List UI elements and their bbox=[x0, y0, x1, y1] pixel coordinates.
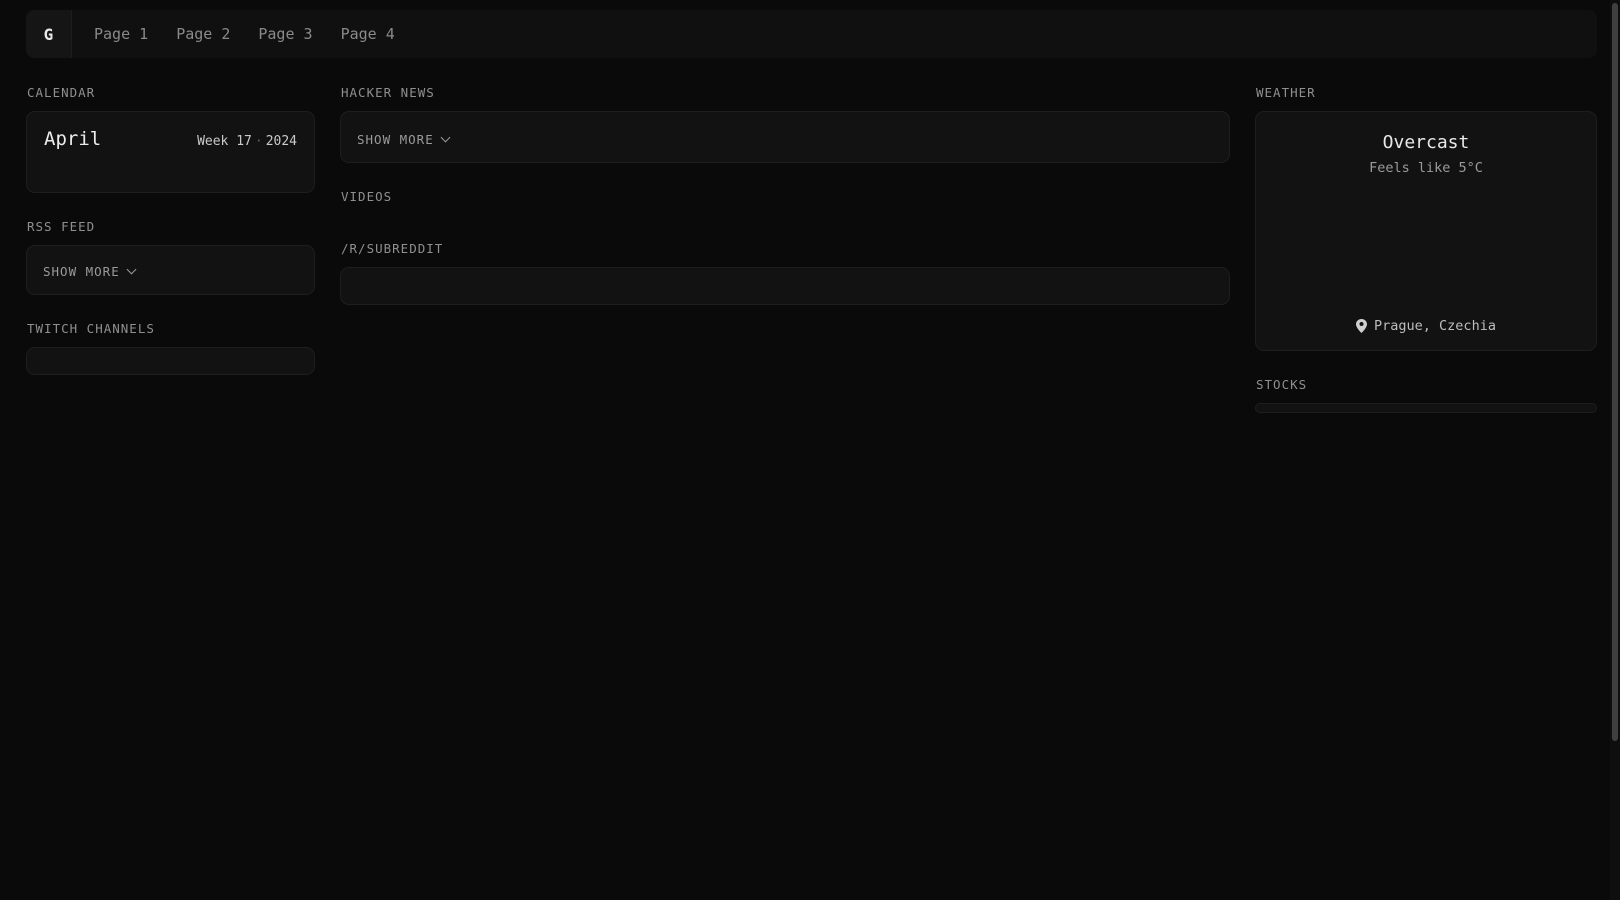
tab-page-1[interactable]: Page 1 bbox=[80, 10, 162, 58]
twitch-section-title: TWITCH CHANNELS bbox=[27, 321, 315, 336]
chevron-down-icon bbox=[440, 133, 450, 143]
videos-section-title: VIDEOS bbox=[341, 189, 1230, 204]
location-pin-icon bbox=[1356, 319, 1367, 333]
subreddit-section-title: /R/SUBREDDIT bbox=[341, 241, 1230, 256]
calendar-section-title: CALENDAR bbox=[27, 85, 315, 100]
calendar-month: April bbox=[44, 128, 101, 150]
hackernews-widget: SHOW MORE bbox=[340, 111, 1230, 163]
app-logo[interactable]: G bbox=[26, 10, 72, 58]
weather-widget: Overcast Feels like 5°C Prague, Czechia bbox=[1255, 111, 1597, 351]
top-navigation-bar: G Page 1 Page 2 Page 3 Page 4 bbox=[26, 10, 1597, 58]
chevron-down-icon bbox=[126, 265, 136, 275]
weather-section-title: WEATHER bbox=[1256, 85, 1597, 100]
tab-page-2[interactable]: Page 2 bbox=[162, 10, 244, 58]
tab-page-3[interactable]: Page 3 bbox=[244, 10, 326, 58]
stocks-section-title: STOCKS bbox=[1256, 377, 1597, 392]
scrollbar-thumb[interactable] bbox=[1612, 3, 1618, 741]
calendar-widget: April Week 17·2024 bbox=[26, 111, 315, 193]
hackernews-show-more-button[interactable]: SHOW MORE bbox=[357, 132, 449, 147]
twitch-channels-widget bbox=[26, 347, 315, 375]
rss-show-more-button[interactable]: SHOW MORE bbox=[43, 264, 135, 279]
rss-feed-widget: SHOW MORE bbox=[26, 245, 315, 295]
calendar-week-year: Week 17·2024 bbox=[197, 134, 297, 149]
hackernews-section-title: HACKER NEWS bbox=[341, 85, 1230, 100]
weather-condition: Overcast bbox=[1272, 132, 1580, 153]
page-tabs: Page 1 Page 2 Page 3 Page 4 bbox=[80, 10, 409, 58]
rss-section-title: RSS FEED bbox=[27, 219, 315, 234]
subreddit-widget bbox=[340, 267, 1230, 305]
tab-page-4[interactable]: Page 4 bbox=[327, 10, 409, 58]
page-scrollbar[interactable] bbox=[1610, 0, 1620, 900]
weather-feels-like: Feels like 5°C bbox=[1272, 160, 1580, 176]
weather-location: Prague, Czechia bbox=[1272, 318, 1580, 334]
weather-hourly-chart bbox=[1291, 198, 1561, 290]
stocks-widget bbox=[1255, 403, 1597, 413]
weather-bars bbox=[1291, 198, 1561, 290]
